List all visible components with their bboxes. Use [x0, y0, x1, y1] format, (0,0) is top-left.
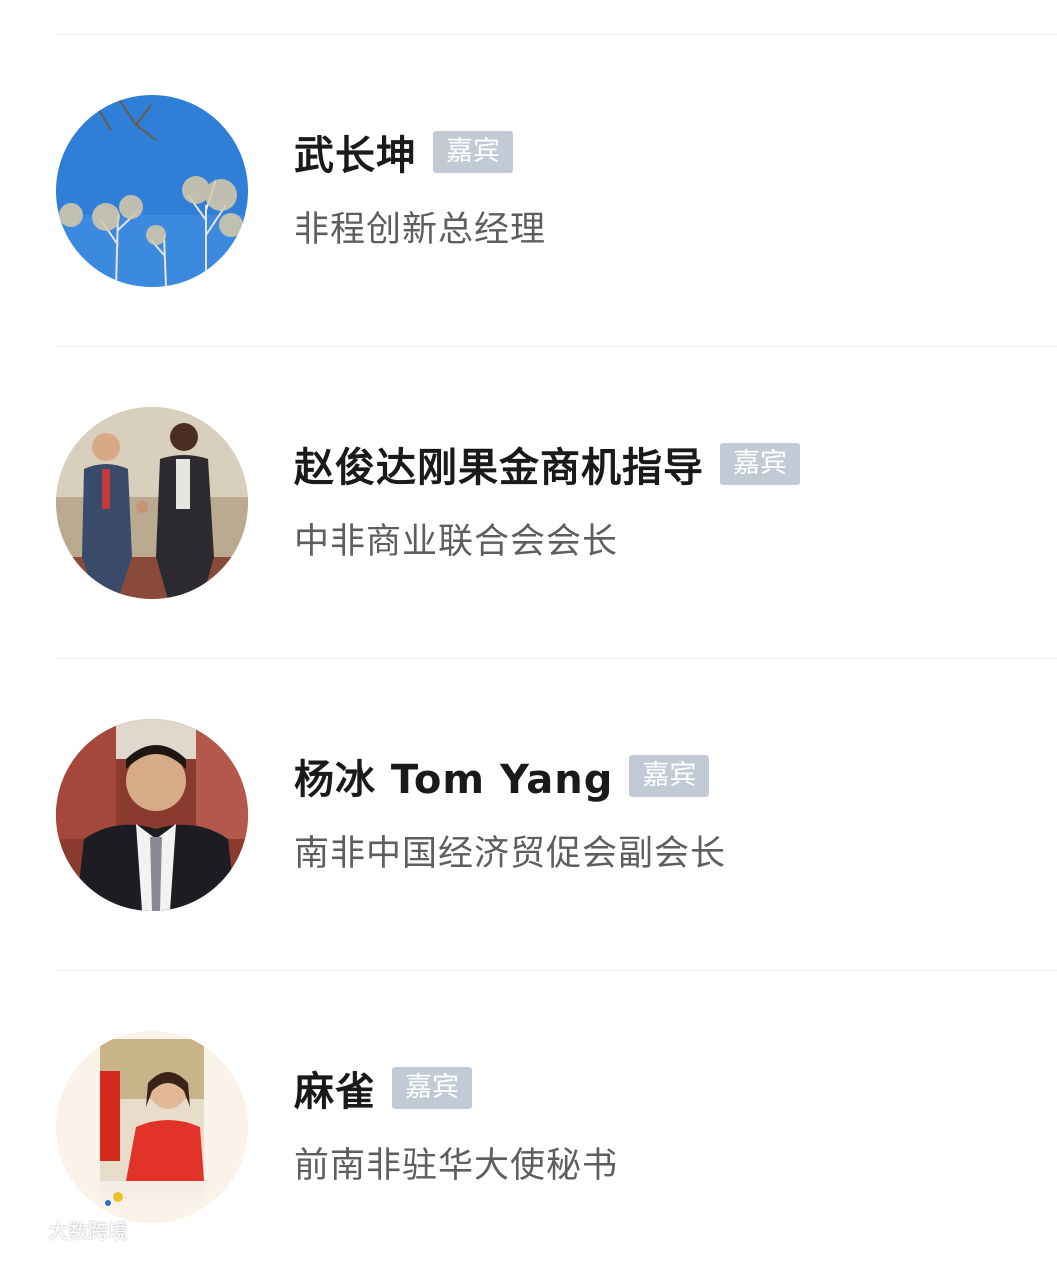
avatar-woman-red-top-icon [56, 1031, 248, 1223]
guest-badge: 嘉宾 [433, 131, 513, 173]
guest-badge: 嘉宾 [629, 755, 710, 797]
name-line: 麻雀 嘉宾 [294, 1063, 472, 1115]
name-line: 杨冰 Tom Yang 嘉宾 [294, 751, 710, 803]
guest-row[interactable]: 赵俊达刚果金商机指导 嘉宾 中非商业联合会会长 [0, 347, 1057, 658]
guest-badge: 嘉宾 [720, 443, 800, 485]
guest-title: 中非商业联合会会长 [294, 522, 619, 562]
guest-name: 赵俊达刚果金商机指导 [294, 445, 704, 491]
avatar[interactable] [56, 407, 248, 599]
guest-title: 前南非驻华大使秘书 [294, 1146, 619, 1186]
guest-name: 武长坤 [294, 133, 417, 179]
avatar[interactable] [56, 1031, 248, 1223]
guest-badge: 嘉宾 [392, 1067, 472, 1109]
guest-row[interactable]: 杨冰 Tom Yang 嘉宾 南非中国经济贸促会副会长 [0, 659, 1057, 970]
guest-row[interactable]: 麻雀 嘉宾 前南非驻华大使秘书 [0, 971, 1057, 1282]
watermark-logo-icon [11, 1218, 43, 1240]
avatar-two-men-handshake-icon [56, 407, 248, 599]
avatar[interactable] [56, 95, 248, 287]
avatar[interactable] [56, 719, 248, 911]
name-line: 赵俊达刚果金商机指导 嘉宾 [294, 439, 800, 491]
guest-name: 麻雀 [294, 1069, 376, 1115]
avatar-trees-blue-sky-icon [56, 95, 248, 287]
watermark: 大数跨境 [10, 1212, 128, 1246]
avatar-man-in-suit-icon [56, 719, 248, 911]
watermark-text: 大数跨境 [48, 1218, 128, 1243]
guest-title: 南非中国经济贸促会副会长 [294, 834, 727, 874]
guest-name: 杨冰 Tom Yang [294, 757, 614, 803]
guest-title: 非程创新总经理 [294, 210, 547, 250]
guest-row[interactable]: 武长坤 嘉宾 非程创新总经理 [0, 35, 1057, 346]
name-line: 武长坤 嘉宾 [294, 127, 513, 179]
